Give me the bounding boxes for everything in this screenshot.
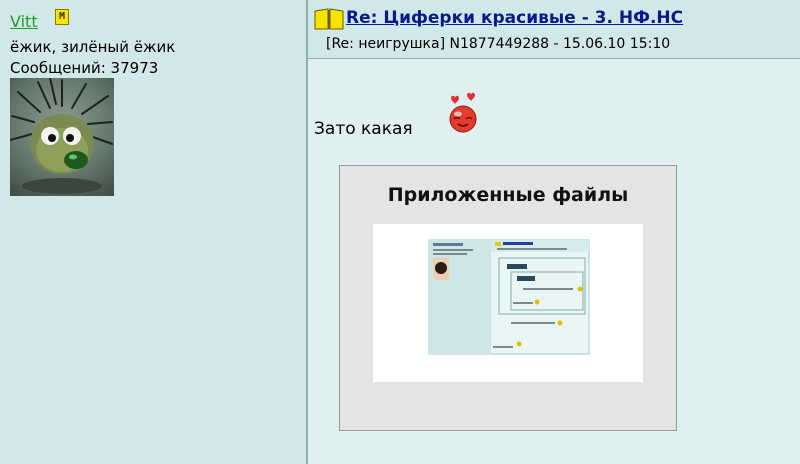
avatar bbox=[10, 78, 114, 196]
post-title-link[interactable]: Re: Циферки красивые - 3. НФ.НС bbox=[346, 8, 683, 28]
attachments-box: Приложенные файлы bbox=[339, 165, 677, 431]
user-panel: Vitt M ёжик, зилёный ёжик Сообщений: 379… bbox=[0, 0, 308, 464]
post-meta: [Re: неигрушка] N1877449288 - 15.06.10 1… bbox=[326, 36, 671, 52]
post-panel: Re: Циферки красивые - 3. НФ.НС [Re: неи… bbox=[308, 0, 800, 464]
user-title: ёжик, зилёный ёжик bbox=[10, 38, 176, 56]
attachments-title: Приложенные файлы bbox=[387, 184, 629, 206]
post-header: Re: Циферки красивые - 3. НФ.НС [Re: неи… bbox=[308, 0, 800, 59]
love-smiley-icon bbox=[449, 92, 477, 133]
post-body-text: Зато какая bbox=[314, 119, 413, 139]
username-link[interactable]: Vitt bbox=[10, 12, 38, 31]
attachment-preview-image bbox=[428, 239, 590, 355]
book-icon bbox=[314, 8, 344, 30]
forum-post: Vitt M ёжик, зилёный ёжик Сообщений: 379… bbox=[0, 0, 800, 464]
moderator-badge-icon: M bbox=[55, 9, 69, 25]
attachment-thumbnail[interactable] bbox=[373, 224, 643, 382]
user-post-count: Сообщений: 37973 bbox=[10, 59, 159, 77]
hedgehog-avatar-image bbox=[10, 78, 113, 194]
